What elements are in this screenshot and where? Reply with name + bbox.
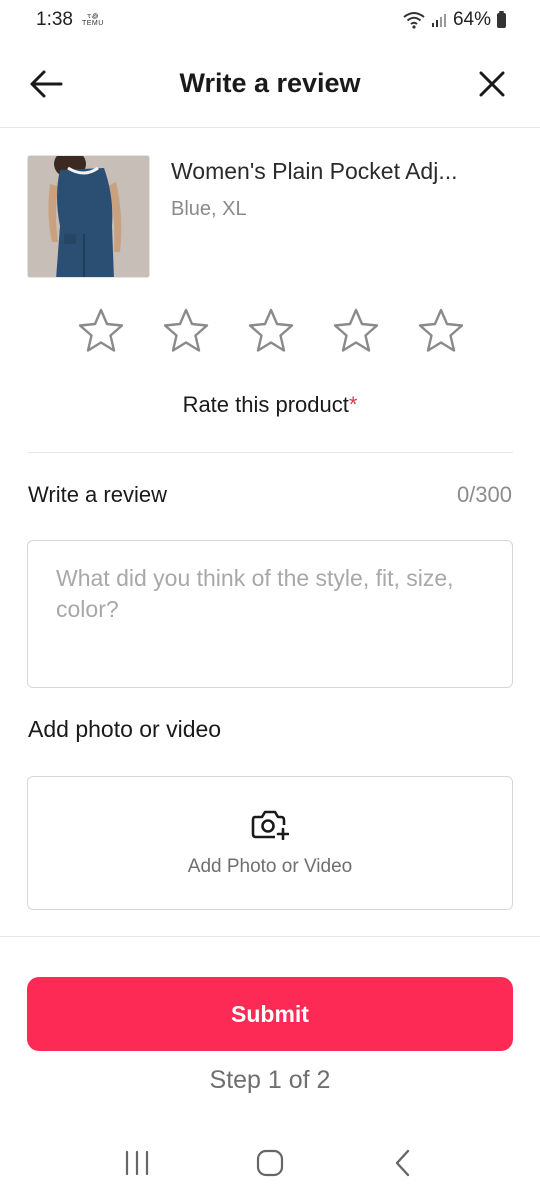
battery-percent: 64% bbox=[452, 9, 491, 30]
product-info: Women's Plain Pocket Adj... Blue, XL bbox=[171, 155, 458, 278]
star-1-icon[interactable] bbox=[76, 306, 126, 356]
chevron-left-icon bbox=[396, 1149, 410, 1177]
temu-notification-icon: ꚍ꩜ TEMU bbox=[81, 12, 105, 28]
recent-apps-button[interactable] bbox=[107, 1138, 167, 1188]
product-photo-illustration bbox=[28, 156, 149, 277]
system-nav-bar bbox=[0, 1126, 540, 1200]
star-5-icon[interactable] bbox=[416, 306, 466, 356]
photo-heading: Add photo or video bbox=[28, 716, 222, 742]
star-4-icon[interactable] bbox=[331, 306, 381, 356]
star-3-icon[interactable] bbox=[246, 306, 296, 356]
step-indicator: Step 1 of 2 bbox=[209, 1066, 331, 1094]
star-2-icon[interactable] bbox=[161, 306, 211, 356]
rate-product-label: Rate this product* bbox=[0, 392, 540, 418]
arrow-left-icon bbox=[30, 70, 63, 98]
review-textarea[interactable] bbox=[27, 540, 513, 688]
required-mark: * bbox=[348, 392, 358, 417]
home-icon bbox=[256, 1149, 284, 1177]
review-heading: Write a review bbox=[28, 482, 167, 507]
signal-icon bbox=[431, 14, 446, 27]
divider bbox=[0, 936, 540, 937]
status-right: 64% bbox=[403, 9, 506, 31]
back-button[interactable] bbox=[26, 64, 66, 104]
recent-apps-icon bbox=[125, 1150, 148, 1176]
product-variant: Blue, XL bbox=[171, 198, 247, 220]
home-button[interactable] bbox=[240, 1138, 300, 1188]
wifi-icon bbox=[403, 12, 425, 29]
review-char-counter: 0/300 bbox=[456, 482, 512, 507]
product-image bbox=[27, 155, 150, 278]
status-bar: 1:38 ꚍ꩜ TEMU 64% bbox=[0, 0, 540, 40]
close-icon bbox=[479, 71, 505, 97]
camera-add-icon bbox=[251, 810, 289, 840]
page-title: Write a review bbox=[179, 68, 361, 98]
product-summary: Women's Plain Pocket Adj... Blue, XL bbox=[27, 155, 517, 278]
divider bbox=[28, 452, 513, 453]
temu-notification-text: TEMU bbox=[81, 20, 104, 27]
battery-icon bbox=[497, 10, 506, 28]
close-button[interactable] bbox=[472, 64, 512, 104]
system-back-button[interactable] bbox=[373, 1138, 433, 1188]
status-time: 1:38 bbox=[36, 9, 73, 30]
status-left: 1:38 ꚍ꩜ TEMU bbox=[36, 9, 105, 31]
rate-product-text: Rate this product bbox=[182, 392, 349, 417]
product-name: Women's Plain Pocket Adj... bbox=[171, 158, 458, 184]
add-photo-video-button[interactable]: Add Photo or Video bbox=[27, 776, 513, 910]
star-rating bbox=[76, 306, 466, 358]
add-photo-video-label: Add Photo or Video bbox=[187, 856, 353, 877]
submit-button[interactable]: Submit bbox=[27, 977, 513, 1051]
header: Write a review bbox=[0, 40, 540, 128]
temu-notification-glyph: ꚍ꩜ bbox=[87, 13, 99, 20]
